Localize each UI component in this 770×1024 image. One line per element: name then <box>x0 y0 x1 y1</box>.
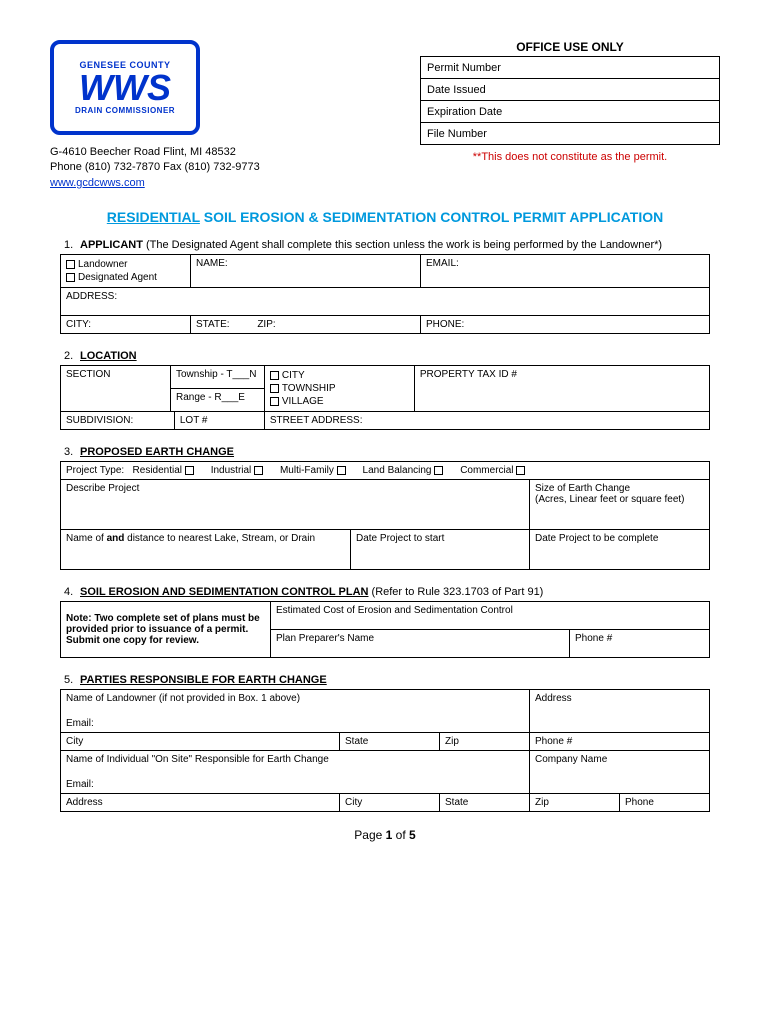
township-checkbox[interactable] <box>270 384 279 393</box>
onsite-phone-cell[interactable]: Phone <box>620 794 710 812</box>
city-cell[interactable]: CITY: <box>61 316 191 334</box>
preparer-phone-cell[interactable]: Phone # <box>570 630 710 658</box>
title-residential: RESIDENTIAL <box>107 209 200 225</box>
permit-number-cell[interactable]: Permit Number <box>421 57 720 79</box>
landowner-zip-cell[interactable]: Zip <box>440 733 530 751</box>
office-use-table: Permit Number Date Issued Expiration Dat… <box>420 56 720 145</box>
date-complete-cell[interactable]: Date Project to be complete <box>530 530 710 570</box>
residential-checkbox[interactable] <box>185 466 194 475</box>
land-balancing-checkbox[interactable] <box>434 466 443 475</box>
file-number-cell[interactable]: File Number <box>421 123 720 145</box>
email-cell[interactable]: EMAIL: <box>421 255 710 288</box>
onsite-state-cell[interactable]: State <box>440 794 530 812</box>
name-cell[interactable]: NAME: <box>191 255 421 288</box>
state-zip-cell[interactable]: STATE: ZIP: <box>191 316 421 334</box>
lot-cell[interactable]: LOT # <box>174 412 264 430</box>
section-5-head: 5.PARTIES RESPONSIBLE FOR EARTH CHANGE <box>60 674 710 686</box>
location-table: SECTION Township - T___N CITY TOWNSHIP V… <box>60 365 710 430</box>
logo-mid-text: WWS <box>79 70 171 106</box>
estimated-cost-cell[interactable]: Estimated Cost of Erosion and Sedimentat… <box>271 602 710 630</box>
expiration-date-cell[interactable]: Expiration Date <box>421 101 720 123</box>
applicant-type-cell[interactable]: Landowner Designated Agent <box>61 255 191 288</box>
section-3-head: 3.PROPOSED EARTH CHANGE <box>60 446 710 458</box>
address-cell[interactable]: ADDRESS: <box>61 288 710 316</box>
tax-id-cell[interactable]: PROPERTY TAX ID # <box>414 366 709 412</box>
org-address: G-4610 Beecher Road Flint, MI 48532 <box>50 145 350 160</box>
company-name-cell[interactable]: Company Name <box>530 751 710 794</box>
section-2-head: 2.LOCATION <box>60 350 710 362</box>
city-checkbox[interactable] <box>270 371 279 380</box>
landowner-phone-cell[interactable]: Phone # <box>530 733 710 751</box>
form-title: RESIDENTIAL SOIL EROSION & SEDIMENTATION… <box>50 209 720 225</box>
permit-disclaimer: **This does not constitute as the permit… <box>420 151 720 163</box>
street-address-cell[interactable]: STREET ADDRESS: <box>264 412 709 430</box>
section-cell[interactable]: SECTION <box>61 366 171 412</box>
project-type-row[interactable]: Project Type: Residential Industrial Mul… <box>61 462 710 480</box>
industrial-checkbox[interactable] <box>254 466 263 475</box>
page-number: Page 1 of 5 <box>50 828 720 842</box>
landowner-state-cell[interactable]: State <box>340 733 440 751</box>
designated-agent-checkbox[interactable] <box>66 273 75 282</box>
onsite-address-cell[interactable]: Address <box>61 794 340 812</box>
plans-note-cell: Note: Two complete set of plans must be … <box>61 602 271 658</box>
onsite-city-cell[interactable]: City <box>340 794 440 812</box>
date-start-cell[interactable]: Date Project to start <box>351 530 530 570</box>
subdivision-cell[interactable]: SUBDIVISION: <box>61 412 175 430</box>
onsite-name-cell[interactable]: Name of Individual "On Site" Responsible… <box>61 751 530 794</box>
earth-change-table: Project Type: Residential Industrial Mul… <box>60 461 710 570</box>
range-cell[interactable]: Range - R___E <box>171 389 265 412</box>
title-rest: SOIL EROSION & SEDIMENTATION CONTROL PER… <box>200 209 663 225</box>
org-logo: GENESEE COUNTY WWS DRAIN COMMISSIONER <box>50 40 200 135</box>
org-website-link[interactable]: www.gcdcwws.com <box>50 177 145 189</box>
describe-project-cell[interactable]: Describe Project <box>61 480 530 530</box>
township-cell[interactable]: Township - T___N <box>171 366 265 389</box>
date-issued-cell[interactable]: Date Issued <box>421 79 720 101</box>
control-plan-table: Note: Two complete set of plans must be … <box>60 601 710 658</box>
parties-table: Name of Landowner (if not provided in Bo… <box>60 689 710 812</box>
commercial-checkbox[interactable] <box>516 466 525 475</box>
landowner-city-cell[interactable]: City <box>61 733 340 751</box>
landowner-name-cell[interactable]: Name of Landowner (if not provided in Bo… <box>61 690 530 733</box>
size-earth-change-cell[interactable]: Size of Earth Change (Acres, Linear feet… <box>530 480 710 530</box>
office-use-title: OFFICE USE ONLY <box>420 40 720 54</box>
section-4-head: 4.SOIL EROSION AND SEDIMENTATION CONTROL… <box>60 586 710 598</box>
landowner-checkbox[interactable] <box>66 260 75 269</box>
logo-bot-text: DRAIN COMMISSIONER <box>75 106 175 115</box>
landowner-address-cell[interactable]: Address <box>530 690 710 733</box>
phone-cell[interactable]: PHONE: <box>421 316 710 334</box>
multifamily-checkbox[interactable] <box>337 466 346 475</box>
onsite-zip-cell[interactable]: Zip <box>530 794 620 812</box>
nearest-lake-cell[interactable]: Name of and distance to nearest Lake, St… <box>61 530 351 570</box>
jurisdiction-cell[interactable]: CITY TOWNSHIP VILLAGE <box>264 366 414 412</box>
preparer-name-cell[interactable]: Plan Preparer's Name <box>271 630 570 658</box>
section-1-head: 1.APPLICANT (The Designated Agent shall … <box>60 239 710 251</box>
applicant-table: Landowner Designated Agent NAME: EMAIL: … <box>60 254 710 334</box>
village-checkbox[interactable] <box>270 397 279 406</box>
org-phone: Phone (810) 732-7870 Fax (810) 732-9773 <box>50 160 350 175</box>
